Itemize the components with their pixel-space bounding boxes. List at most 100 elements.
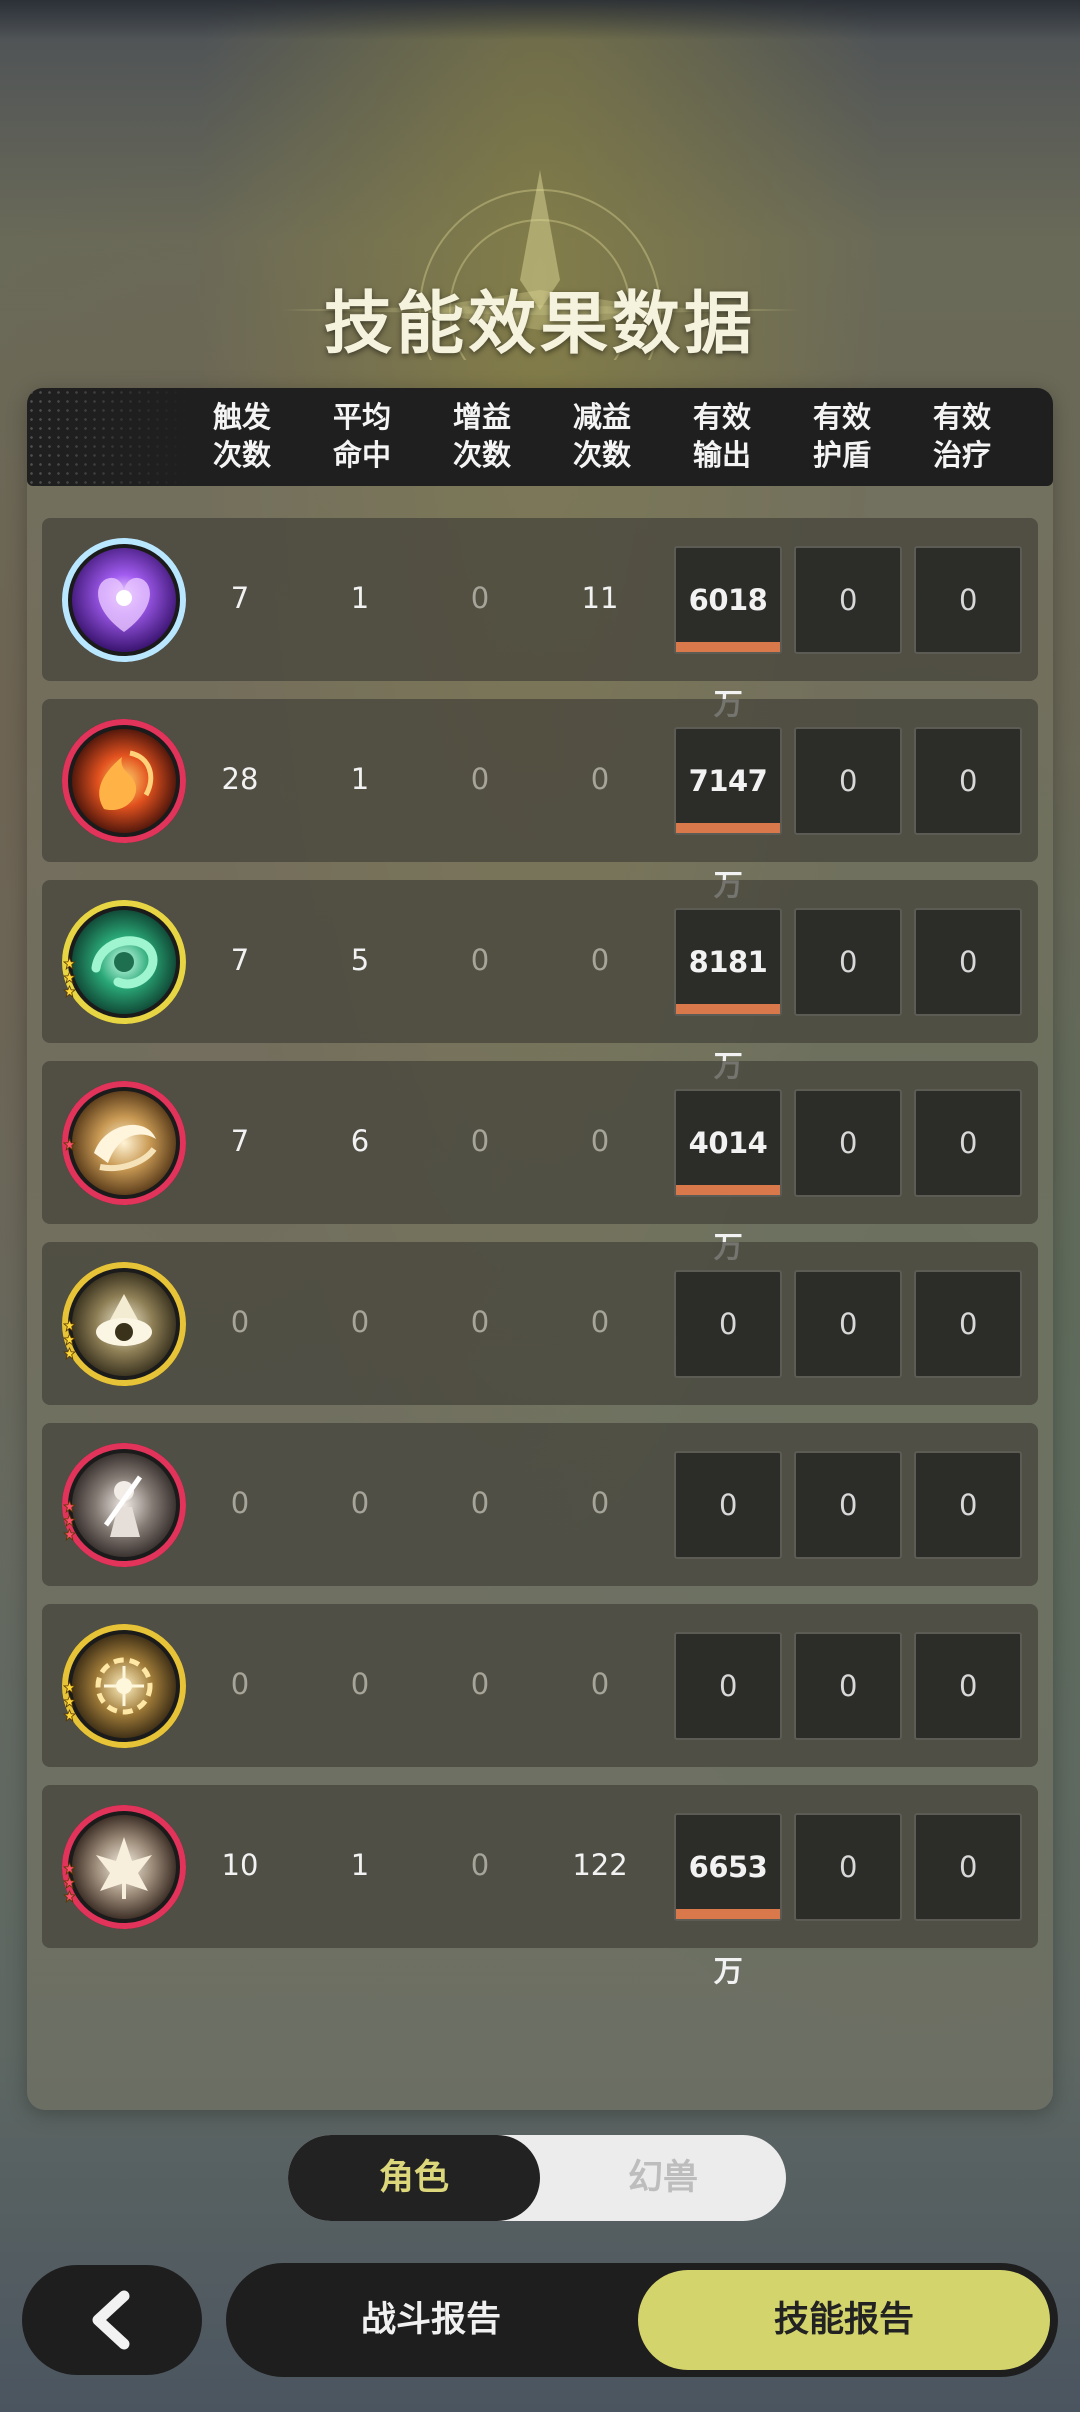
effective-output-value: 6653万 <box>688 1850 768 1988</box>
effective-output-box: 4014万 <box>674 1089 782 1264</box>
trigger-count: 7 <box>230 581 250 615</box>
table-row: 10 1 0 122 6653万 0 0 <box>42 1785 1038 1988</box>
trigger-count: 7 <box>230 1124 250 1158</box>
table-row: 7 5 0 0 8181万 0 0 <box>42 880 1038 1083</box>
output-progress-bar <box>676 1185 780 1195</box>
avg-hit: 1 <box>350 581 370 615</box>
effective-heal-value: 0 <box>959 1126 977 1160</box>
table-row: 0 0 0 0 0 0 0 <box>42 1242 1038 1405</box>
role-beast-toggle[interactable]: 角色 幻兽 <box>288 2135 786 2221</box>
trigger-count: 10 <box>221 1848 259 1882</box>
header-debuff-count: 减益 次数 <box>572 400 631 472</box>
debuff-count: 0 <box>590 1667 610 1701</box>
effective-shield-box: 0 <box>794 1813 902 1921</box>
effective-heal-box: 0 <box>914 1813 1022 1921</box>
effective-output-value: 8181万 <box>688 945 768 1083</box>
effective-heal-box: 0 <box>914 1089 1022 1197</box>
effective-shield-value: 0 <box>839 1126 857 1160</box>
buff-count: 0 <box>470 762 490 796</box>
skill-report-button[interactable]: 技能报告 <box>638 2270 1050 2370</box>
buff-count: 0 <box>470 1124 490 1158</box>
eye-skill-icon[interactable] <box>60 1260 188 1388</box>
buff-count: 0 <box>470 1486 490 1520</box>
output-progress-bar <box>676 1004 780 1014</box>
header-pattern <box>27 388 192 486</box>
buff-count: 0 <box>470 1305 490 1339</box>
buff-count: 0 <box>470 943 490 977</box>
effective-heal-value: 0 <box>959 764 977 798</box>
effective-output-box: 8181万 <box>674 908 782 1083</box>
effective-shield-value: 0 <box>839 764 857 798</box>
sword-figure-skill-icon[interactable] <box>60 1441 188 1569</box>
effective-output-value: 0 <box>719 1488 737 1522</box>
page-title: 技能效果数据 <box>323 285 756 364</box>
header-avg-hit: 平均 命中 <box>332 400 391 472</box>
effective-output-box: 0 <box>674 1451 782 1559</box>
battle-report-button[interactable]: 战斗报告 <box>226 2263 636 2377</box>
target-vortex-skill-icon[interactable] <box>60 1622 188 1750</box>
effective-shield-value: 0 <box>839 1850 857 1884</box>
table-row: 0 0 0 0 0 0 0 <box>42 1423 1038 1586</box>
golden-crescent-skill-icon[interactable] <box>60 1079 188 1207</box>
effective-output-value: 4014万 <box>688 1126 768 1264</box>
trigger-count: 0 <box>230 1486 250 1520</box>
effective-shield-box: 0 <box>794 908 902 1016</box>
effective-heal-value: 0 <box>959 1488 977 1522</box>
buff-count: 0 <box>470 581 490 615</box>
effective-heal-box: 0 <box>914 908 1022 1016</box>
trigger-count: 0 <box>230 1305 250 1339</box>
effective-heal-value: 0 <box>959 583 977 617</box>
green-wind-skill-icon[interactable] <box>60 898 188 1026</box>
chevron-left-icon <box>92 2290 130 2350</box>
effective-output-value: 0 <box>719 1307 737 1341</box>
effective-shield-box: 0 <box>794 1451 902 1559</box>
debuff-count: 0 <box>590 1305 610 1339</box>
report-switch: 战斗报告 技能报告 <box>226 2263 1058 2377</box>
effective-output-value: 7147万 <box>688 764 768 902</box>
toggle-beast[interactable]: 幻兽 <box>540 2135 786 2221</box>
avg-hit: 5 <box>350 943 370 977</box>
effective-heal-value: 0 <box>959 1850 977 1884</box>
table-row: 28 1 0 0 7147万 0 0 <box>42 699 1038 902</box>
effective-output-box: 0 <box>674 1632 782 1740</box>
back-button[interactable] <box>22 2265 202 2375</box>
effective-output-box: 6018万 <box>674 546 782 721</box>
effective-heal-value: 0 <box>959 1669 977 1703</box>
effective-output-value: 0 <box>719 1669 737 1703</box>
table-row: 0 0 0 0 0 0 0 <box>42 1604 1038 1767</box>
effective-output-box: 6653万 <box>674 1813 782 1988</box>
avg-hit: 0 <box>350 1486 370 1520</box>
effective-shield-value: 0 <box>839 1669 857 1703</box>
purple-heart-skill-icon[interactable] <box>60 536 188 664</box>
effective-heal-value: 0 <box>959 1307 977 1341</box>
effective-heal-value: 0 <box>959 945 977 979</box>
leaf-skill-icon[interactable] <box>60 1803 188 1931</box>
debuff-count: 11 <box>581 581 619 615</box>
avg-hit: 1 <box>350 1848 370 1882</box>
effective-shield-box: 0 <box>794 1270 902 1378</box>
effective-shield-value: 0 <box>839 1307 857 1341</box>
effective-heal-box: 0 <box>914 1270 1022 1378</box>
table-header: 触发 次数 平均 命中 增益 次数 减益 次数 有效 输出 有效 护盾 有效 治疗 <box>27 388 1053 486</box>
fire-swirl-skill-icon[interactable] <box>60 717 188 845</box>
effective-shield-value: 0 <box>839 583 857 617</box>
trigger-count: 28 <box>221 762 259 796</box>
effective-shield-box: 0 <box>794 727 902 835</box>
top-shade <box>0 0 1080 40</box>
effective-shield-value: 0 <box>839 945 857 979</box>
header-buff-count: 增益 次数 <box>452 400 511 472</box>
debuff-count: 122 <box>572 1848 628 1882</box>
header-effective-heal: 有效 治疗 <box>932 400 991 472</box>
header-effective-output: 有效 输出 <box>692 400 751 472</box>
output-progress-bar <box>676 1909 780 1919</box>
effective-shield-box: 0 <box>794 1089 902 1197</box>
toggle-role[interactable]: 角色 <box>288 2135 540 2221</box>
debuff-count: 0 <box>590 943 610 977</box>
effective-output-value: 6018万 <box>688 583 768 721</box>
output-progress-bar <box>676 823 780 833</box>
effective-shield-box: 0 <box>794 546 902 654</box>
table-row: 7 6 0 0 4014万 0 0 <box>42 1061 1038 1264</box>
effective-heal-box: 0 <box>914 1451 1022 1559</box>
effective-output-box: 7147万 <box>674 727 782 902</box>
effective-heal-box: 0 <box>914 727 1022 835</box>
